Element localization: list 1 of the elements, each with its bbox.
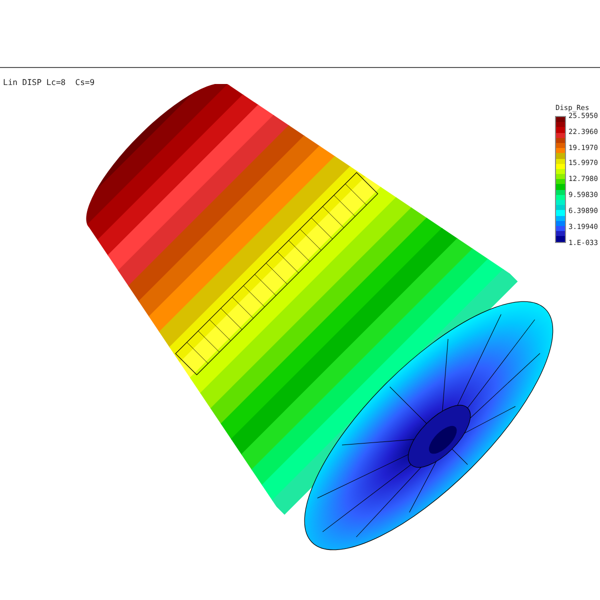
- result-title: Lin DISP Lc=8 Cs=9: [3, 78, 95, 87]
